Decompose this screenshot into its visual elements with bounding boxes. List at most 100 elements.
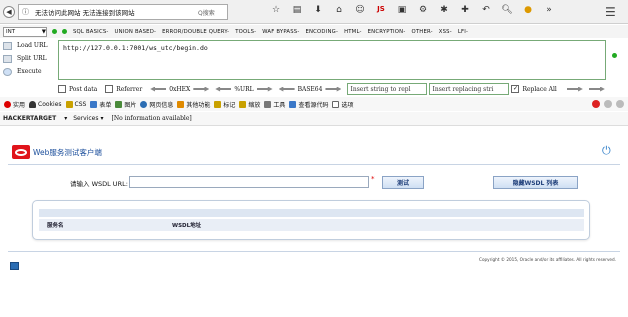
disable-icon	[4, 100, 11, 108]
toolbar-item-cookies[interactable]: Cookies	[29, 100, 62, 108]
toolbar-item-disable[interactable]: 实用	[4, 100, 25, 109]
arrow-right-icon[interactable]	[566, 86, 583, 92]
execute-icon	[3, 67, 12, 76]
error-icon[interactable]	[592, 100, 600, 108]
toolbar-item-label: 图片	[124, 101, 137, 109]
menu-icon[interactable]: ☰	[605, 5, 616, 19]
type-select[interactable]: INT ▼	[3, 26, 47, 37]
app-header: Web服务测试客户端	[12, 145, 102, 159]
undo-icon[interactable]: ↶	[480, 5, 492, 15]
base64-group: BASE64	[278, 85, 342, 93]
type-select-value: INT	[6, 28, 16, 35]
split-url-button[interactable]: Split URL	[0, 52, 58, 65]
misc-icon	[177, 100, 185, 108]
wsdl-list-panel: 服务名 WSDL地址	[32, 200, 590, 240]
info-status-icon[interactable]	[616, 100, 624, 108]
toolbar-item-label: 网页信息	[149, 101, 174, 109]
image-icon[interactable]: ▣	[396, 5, 408, 15]
info-icon[interactable]: ⓘ	[22, 7, 29, 17]
star-icon[interactable]: ☆	[270, 5, 282, 15]
hackbar-menu-union[interactable]: UNION BASED-	[115, 29, 157, 35]
wsdl-url-label: 请输入 WSDL URL:	[70, 180, 128, 188]
toolbar-item-label: 缩放	[248, 101, 261, 109]
toolbar-item-images[interactable]: 图片	[115, 100, 136, 109]
power-icon[interactable]: ⏻	[602, 144, 611, 158]
post-data-checkbox[interactable]: Post data	[58, 85, 97, 93]
hackbar-menu-error[interactable]: ERROR/DOUBLE QUERY-	[162, 29, 229, 35]
split-url-label: Split URL	[17, 55, 47, 62]
arrow-right-icon[interactable]	[193, 86, 210, 92]
toolbar-item-forms[interactable]: 表单	[90, 100, 111, 109]
insert-string-input[interactable]: Insert string to repl	[347, 83, 428, 95]
footer-icon[interactable]	[10, 262, 19, 270]
dropdown-icon[interactable]: ▾	[101, 115, 104, 122]
checkbox-checked-icon: ✓	[511, 85, 520, 93]
insert-replacing-input[interactable]: Insert replacing stri	[429, 83, 510, 95]
hex-label: 0xHEX	[169, 85, 191, 93]
arrow-left-icon[interactable]	[278, 86, 295, 92]
hide-wsdl-list-button[interactable]: 隐藏WSDL 列表	[493, 176, 578, 189]
js-icon[interactable]: JS	[375, 5, 387, 15]
services-menu[interactable]: Services	[73, 115, 98, 122]
wsdl-url-input[interactable]	[129, 176, 369, 188]
download-icon[interactable]: ⬇	[312, 5, 324, 15]
reading-list-icon[interactable]: ▤	[291, 5, 303, 15]
toolbar-item-label: 其他功能	[186, 101, 211, 109]
dropdown-icon[interactable]: ▾	[64, 115, 67, 122]
hackbar-menu-xss[interactable]: XSS-	[439, 29, 452, 35]
hackbar-url-textarea[interactable]: http://127.0.0.1:7001/ws_utc/begin.do	[58, 40, 606, 80]
header-divider	[8, 164, 620, 165]
hackbar-menu-encryption[interactable]: ENCRYPTION-	[368, 29, 406, 35]
arrow-left-icon[interactable]	[150, 86, 167, 92]
toolbar-item-tools[interactable]: 工具	[264, 100, 285, 109]
referrer-checkbox[interactable]: Referrer	[105, 85, 142, 93]
search-field[interactable]: Q搜索	[198, 7, 238, 17]
overflow-icon[interactable]: »	[543, 5, 555, 15]
arrow-left-icon[interactable]	[215, 86, 232, 92]
arrow-right-icon[interactable]	[256, 86, 273, 92]
replace-all-checkbox[interactable]: ✓ Replace All	[511, 85, 557, 93]
toolbar-item-resize[interactable]: 缩放	[239, 100, 260, 109]
zoom-icon[interactable]: 🔍︎	[501, 5, 513, 15]
referrer-label: Referrer	[116, 85, 143, 93]
execute-button[interactable]: Execute	[0, 65, 58, 78]
back-button[interactable]: ◀	[3, 6, 15, 18]
toolbar-item-outline[interactable]: 标记	[214, 100, 235, 109]
load-url-button[interactable]: Load URL	[0, 39, 58, 52]
cookie-icon[interactable]: ●	[522, 5, 534, 15]
required-marker: *	[371, 175, 375, 183]
status-dot-icon	[62, 29, 67, 34]
hackbar-menu-waf[interactable]: WAF BYPASS-	[262, 29, 299, 35]
hackbar-menu-lfi[interactable]: LFI-	[458, 29, 468, 35]
page-content: Web服务测试客户端 ⏻ 请输入 WSDL URL: * 测试 隐藏WSDL 列…	[0, 128, 628, 317]
warning-icon[interactable]	[604, 100, 612, 108]
smiley-icon[interactable]: ☺	[354, 5, 366, 15]
home-icon[interactable]: ⌂	[333, 5, 345, 15]
arrow-right-icon[interactable]	[588, 86, 605, 92]
toolbar-item-label: CSS	[74, 100, 87, 108]
hackbar-menu-html[interactable]: HTML-	[344, 29, 362, 35]
toolbar-item-label: 实用	[13, 101, 26, 109]
base64-label: BASE64	[297, 85, 323, 93]
hex-encode-group: 0xHEX	[150, 85, 210, 93]
web-developer-toolbar: 实用 Cookies CSS 表单 图片 网页信息 其他功能 标记 缩放 工具 …	[0, 97, 628, 111]
toolbar-item-options[interactable]: 选项	[332, 100, 353, 109]
hackbar-menu-encoding[interactable]: ENCODING-	[305, 29, 338, 35]
addon-icon[interactable]: ✱	[438, 5, 450, 15]
toolbar-item-information[interactable]: 网页信息	[140, 100, 173, 109]
hackbar-menu-tools[interactable]: TOOLS-	[235, 29, 256, 35]
copyright-text: Copyright © 2015, Oracle and/or its affi…	[479, 257, 616, 262]
hackertarget-logo[interactable]: HACKERTARGET	[3, 115, 56, 122]
hackbar-menu-other[interactable]: OTHER-	[411, 29, 432, 35]
user-icon	[29, 100, 37, 108]
toolbar-item-css[interactable]: CSS	[65, 100, 87, 108]
test-button[interactable]: 测试	[382, 176, 424, 189]
toolbar-item-view-source[interactable]: 查看源代码	[289, 100, 328, 109]
settings-icon[interactable]: ⚙	[417, 5, 429, 15]
addon2-icon[interactable]: ✚	[459, 5, 471, 15]
toolbar-item-misc[interactable]: 其他功能	[177, 100, 210, 109]
pencil-icon	[65, 100, 73, 108]
arrow-right-icon[interactable]	[325, 86, 342, 92]
hackbar-menu-sql[interactable]: SQL BASICS-	[73, 29, 109, 35]
address-bar[interactable]: ⓘ 无法访问此网站 无法连接到该网站	[18, 4, 228, 20]
